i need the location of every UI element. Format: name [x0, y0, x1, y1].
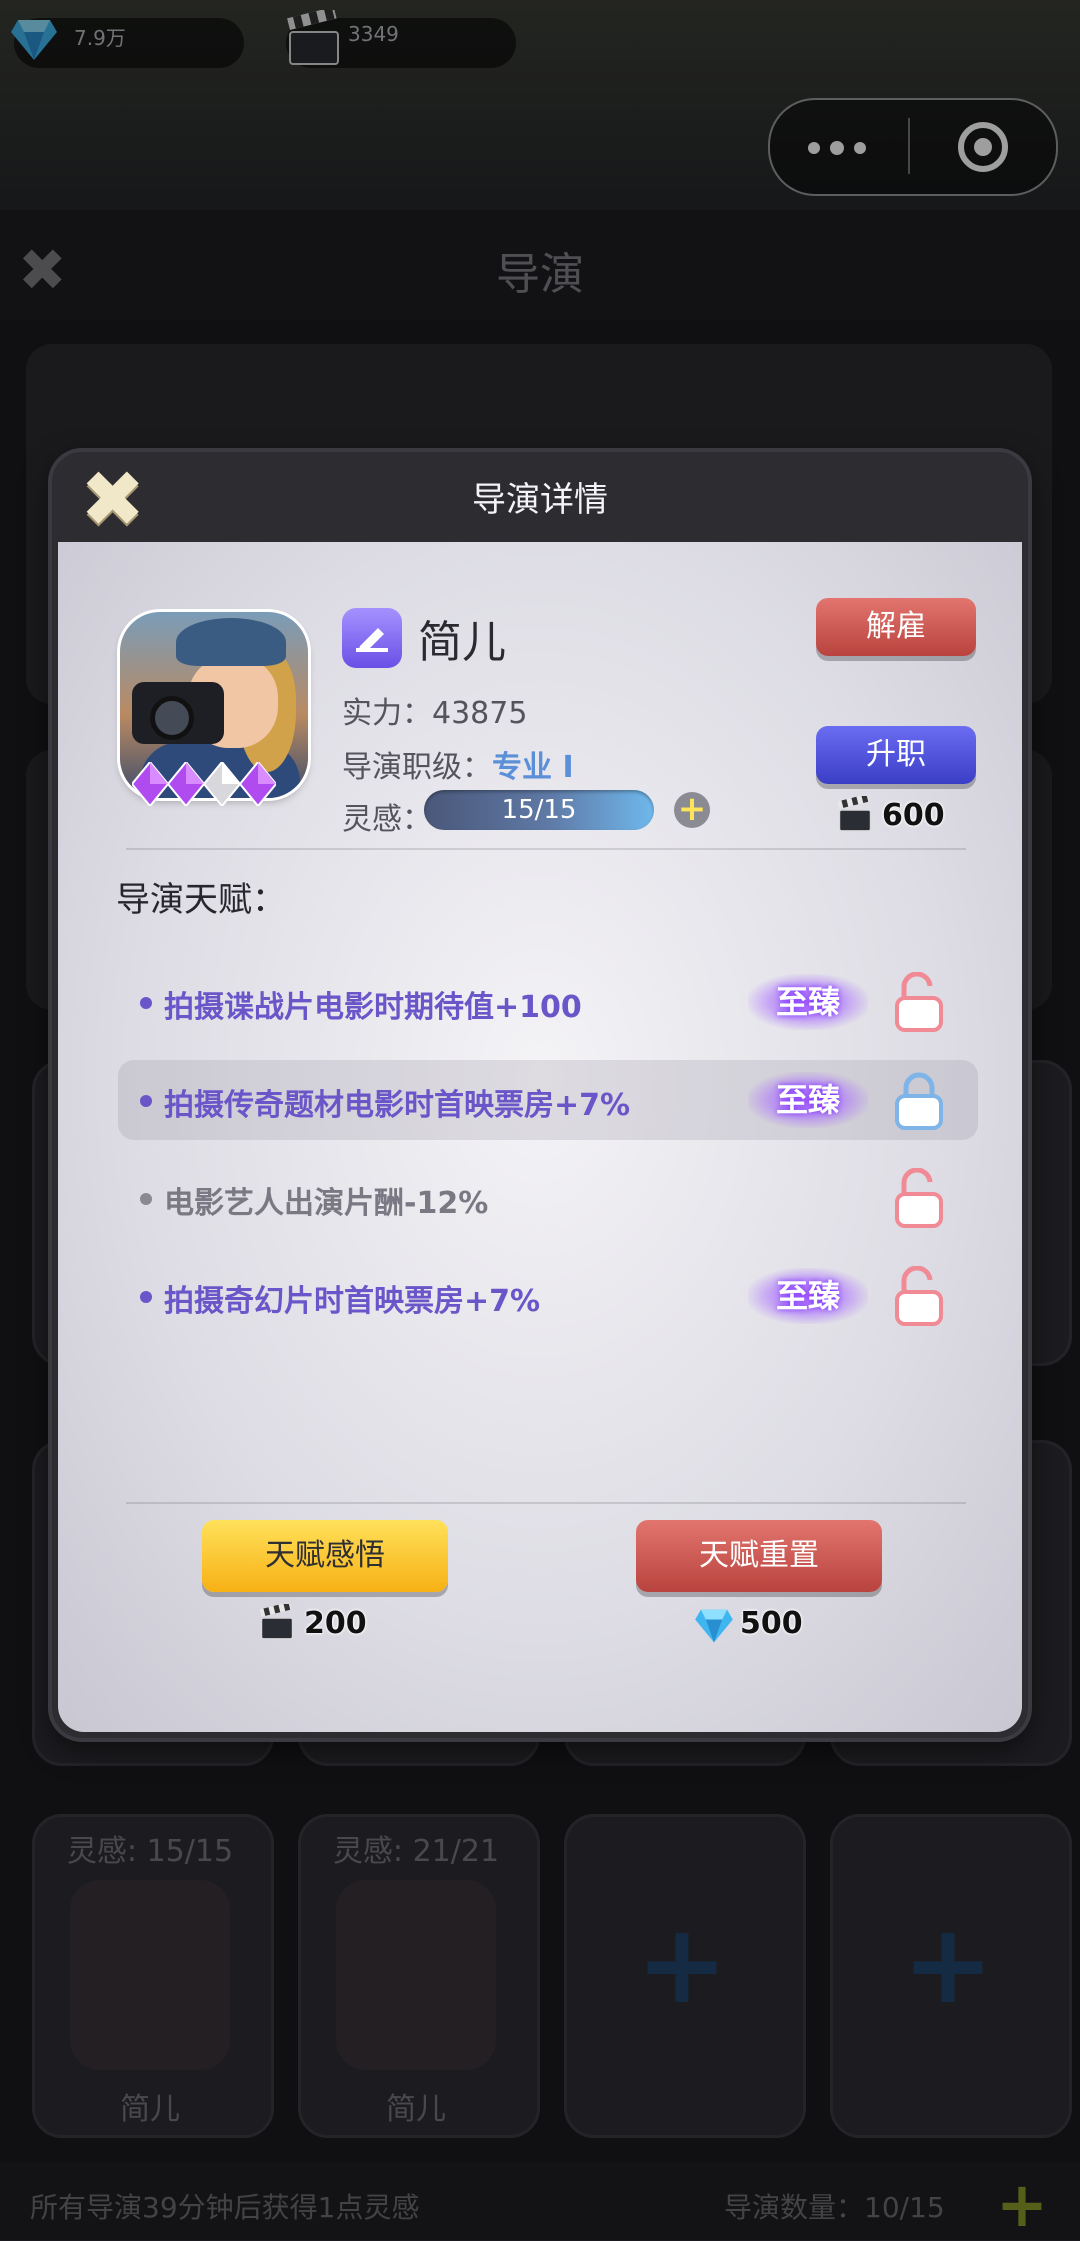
clapperboard-icon [837, 796, 872, 832]
rank-value: 专业 Ⅰ [492, 750, 574, 785]
talent-tier-badge: 至臻 [748, 1072, 868, 1128]
divider [126, 1502, 966, 1504]
padlock-open-icon[interactable] [892, 1266, 946, 1326]
plus-icon[interactable]: + [674, 792, 710, 828]
bullet [140, 1095, 152, 1107]
strength-value: 43875 [432, 696, 528, 731]
director-detail-modal: 导演详情 ✖ 简儿 实力：43875 导演职级：专业 Ⅰ 灵感： 15/15 +… [52, 452, 1028, 1738]
divider [126, 848, 966, 850]
talent-row[interactable]: 拍摄谍战片电影时期待值+100 至臻 [118, 962, 978, 1042]
padlock-closed-icon[interactable] [892, 1070, 946, 1130]
padlock-open-icon[interactable] [892, 1168, 946, 1228]
comprehend-cost: 200 [304, 1606, 367, 1641]
talents-heading: 导演天赋： [116, 880, 286, 920]
rank-gems [132, 762, 302, 808]
talent-tier-badge: 至臻 [748, 1268, 868, 1324]
diamond-icon [695, 1609, 733, 1643]
rank-gem-icon [132, 762, 168, 806]
rank-row: 导演职级：专业 Ⅰ [342, 742, 574, 786]
bullet [140, 997, 152, 1009]
promote-button[interactable]: 升职 [816, 726, 976, 784]
clapperboard-icon [259, 1604, 294, 1640]
talent-row[interactable]: 拍摄奇幻片时首映票房+7% 至臻 [118, 1256, 978, 1336]
pen-icon [342, 608, 402, 668]
strength-row: 实力：43875 [342, 688, 527, 732]
rank-label: 导演职级： [342, 750, 492, 785]
bullet [140, 1193, 152, 1205]
inspiration-label: 灵感： [342, 802, 432, 837]
close-icon[interactable]: ✖ [80, 460, 145, 540]
talent-text: 电影艺人出演片酬-12% [164, 1186, 489, 1221]
talent-tier-badge: 至臻 [748, 974, 868, 1030]
bullet [140, 1291, 152, 1303]
talent-text: 拍摄奇幻片时首映票房+7% [164, 1284, 541, 1319]
talent-text: 拍摄谍战片电影时期待值+100 [164, 990, 582, 1025]
strength-label: 实力： [342, 696, 432, 731]
director-name: 简儿 [418, 617, 506, 668]
modal-title: 导演详情 [472, 480, 608, 520]
modal-body: 简儿 实力：43875 导演职级：专业 Ⅰ 灵感： 15/15 + 解雇 升职 … [58, 542, 1022, 1732]
inspiration-value: 15/15 [501, 795, 577, 825]
talent-text: 拍摄传奇题材电影时首映票房+7% [164, 1088, 631, 1123]
rank-gem-icon [240, 762, 276, 806]
rank-gem-icon [168, 762, 204, 806]
reset-cost: 500 [740, 1606, 803, 1641]
talent-row[interactable]: 电影艺人出演片酬-12% [118, 1158, 978, 1238]
talent-reset-button[interactable]: 天赋重置 [636, 1520, 882, 1592]
promote-cost: 600 [882, 798, 945, 833]
fire-button[interactable]: 解雇 [816, 598, 976, 656]
rank-gem-icon [204, 762, 240, 806]
talent-row[interactable]: 拍摄传奇题材电影时首映票房+7% 至臻 [118, 1060, 978, 1140]
padlock-open-icon[interactable] [892, 972, 946, 1032]
talent-comprehend-button[interactable]: 天赋感悟 [202, 1520, 448, 1592]
